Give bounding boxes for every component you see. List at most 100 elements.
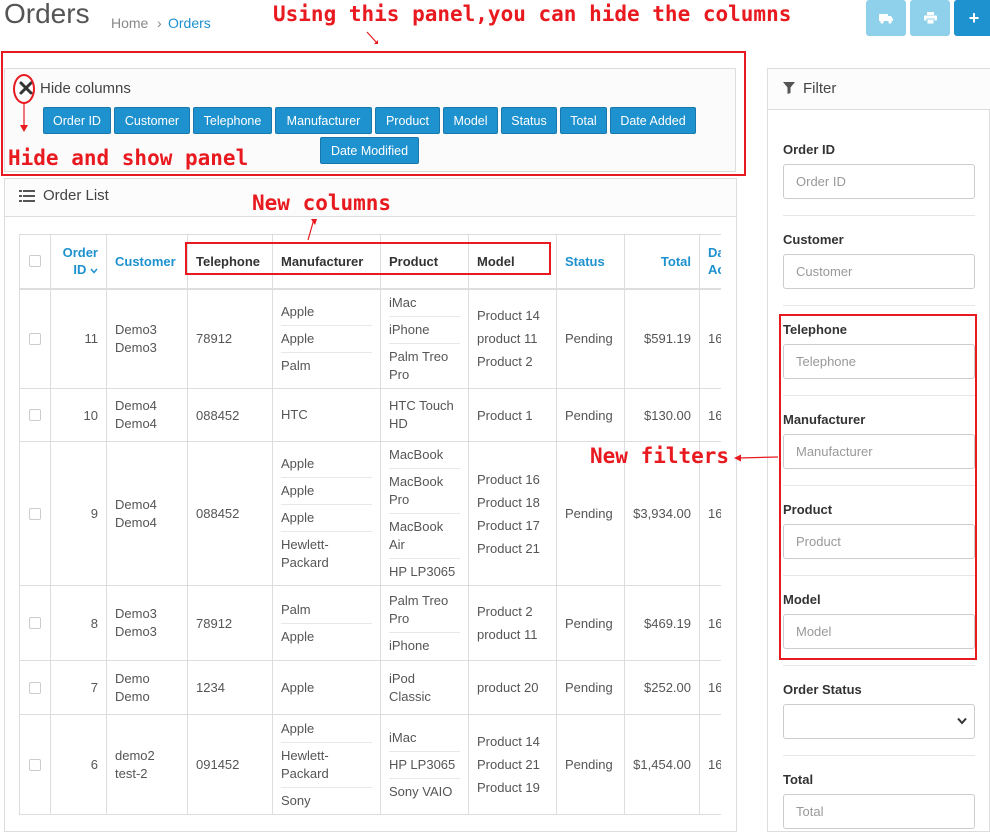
customer-line: Demo bbox=[115, 688, 150, 704]
telephone-cell: 088452 bbox=[187, 441, 273, 586]
model-item: Product 2 bbox=[477, 604, 533, 619]
page-title: Orders bbox=[4, 0, 90, 29]
annotation-arrow-columns bbox=[307, 219, 317, 241]
status-cell: Pending bbox=[556, 585, 625, 661]
manufacturer-cell: Apple Apple Apple Hewlett-Packard bbox=[272, 441, 381, 586]
row-checkbox[interactable] bbox=[29, 507, 41, 520]
orders-table: Order ID Customer Telephone Manufacturer… bbox=[19, 234, 721, 815]
customer-line: Demo3 bbox=[115, 606, 157, 621]
model-item: Product 19 bbox=[477, 780, 540, 795]
model-item: Product 18 bbox=[477, 494, 540, 510]
filter-divider bbox=[783, 215, 975, 216]
filter-customer-label: Customer bbox=[783, 232, 844, 247]
row-checkbox[interactable] bbox=[29, 617, 41, 629]
product-cell: Palm Treo Pro iPhone bbox=[380, 585, 469, 661]
filter-order-id-input[interactable]: Order ID bbox=[783, 164, 975, 199]
model-item: product 20 bbox=[477, 680, 539, 695]
product-item: Sony VAIO bbox=[389, 783, 453, 799]
customer-line: test-2 bbox=[115, 765, 148, 781]
manufacturer-cell: HTC bbox=[272, 388, 381, 442]
order-id-cell: 6 bbox=[50, 714, 107, 815]
model-item: Product 16 bbox=[477, 471, 540, 487]
annotation-arrow-filters bbox=[734, 454, 778, 462]
select-all-checkbox[interactable] bbox=[29, 255, 41, 268]
model-cell: product 20 bbox=[468, 660, 557, 715]
total-cell: $469.19 bbox=[624, 585, 700, 661]
manufacturer-item: Palm bbox=[281, 597, 372, 624]
order-id-cell: 8 bbox=[50, 585, 107, 661]
customer-line: Demo3 bbox=[115, 339, 157, 355]
product-cell: MacBook MacBook Pro MacBook Air HP LP3065 bbox=[380, 441, 469, 586]
row-checkbox[interactable] bbox=[29, 681, 41, 694]
filter-total-label: Total bbox=[783, 772, 814, 787]
select-all-cell bbox=[19, 234, 51, 290]
filter-customer-input[interactable]: Customer bbox=[783, 254, 975, 289]
model-cell: Product 14 product 11 Product 2 bbox=[468, 288, 557, 389]
select-cell bbox=[19, 660, 51, 715]
chevron-down-icon bbox=[957, 717, 967, 725]
model-item: Product 21 bbox=[477, 540, 540, 556]
date-added-cell: 16 bbox=[699, 714, 721, 815]
table-row: 11 Demo3 Demo3 78912 Apple Apple Palm iMac iPhon… bbox=[19, 288, 721, 389]
add-order-button[interactable]: + bbox=[954, 0, 990, 36]
manufacturer-item: Apple bbox=[281, 716, 372, 743]
model-cell: Product 14 Product 21 Product 19 bbox=[468, 714, 557, 815]
breadcrumb-orders[interactable]: Orders bbox=[168, 15, 211, 31]
status-cell: Pending bbox=[556, 388, 625, 442]
header-order-id[interactable]: Order ID bbox=[50, 234, 107, 290]
ship-button[interactable] bbox=[866, 0, 906, 36]
manufacturer-item: Hewlett-Packard bbox=[281, 743, 372, 788]
select-cell bbox=[19, 388, 51, 442]
customer-line: Demo3 bbox=[115, 321, 157, 337]
date-added-cell: 16 bbox=[699, 660, 721, 715]
filter-icon bbox=[783, 82, 795, 94]
select-cell bbox=[19, 714, 51, 815]
manufacturer-item: Hewlett-Packard bbox=[281, 537, 329, 570]
model-cell: Product 16 Product 18 Product 17 Product 21 bbox=[468, 441, 557, 586]
filter-total-input[interactable]: Total bbox=[783, 794, 975, 829]
telephone-cell: 78912 bbox=[187, 585, 273, 661]
filter-order-status-label: Order Status bbox=[783, 682, 862, 697]
product-cell: iMac iPhone Palm Treo Pro bbox=[380, 288, 469, 389]
order-id-cell: 10 bbox=[50, 388, 107, 442]
row-checkbox[interactable] bbox=[29, 758, 41, 771]
select-cell bbox=[19, 441, 51, 586]
customer-cell: Demo3 Demo3 bbox=[106, 288, 188, 389]
header-date-added[interactable]: Da Ac bbox=[699, 234, 721, 290]
header-total[interactable]: Total bbox=[624, 234, 700, 290]
filter-order-status-select[interactable] bbox=[783, 704, 975, 739]
manufacturer-cell: Apple bbox=[272, 660, 381, 715]
customer-line: Demo4 bbox=[115, 514, 157, 530]
row-checkbox[interactable] bbox=[29, 409, 41, 421]
filter-title: Filter bbox=[803, 80, 837, 97]
breadcrumb-home[interactable]: Home bbox=[111, 15, 148, 31]
customer-cell: demo2 test-2 bbox=[106, 714, 188, 815]
product-item: HTC Touch HD bbox=[389, 398, 454, 431]
product-item: HP LP3065 bbox=[389, 564, 456, 579]
row-checkbox[interactable] bbox=[29, 332, 41, 345]
header-customer[interactable]: Customer bbox=[106, 234, 188, 290]
model-item: product 11 bbox=[477, 331, 538, 347]
filter-order-id-label: Order ID bbox=[783, 142, 836, 157]
table-row: 10 Demo4 Demo4 088452 HTC HTC Touch HD Product… bbox=[19, 388, 721, 442]
order-id-cell: 7 bbox=[50, 660, 107, 715]
product-item: iMac bbox=[389, 290, 460, 317]
telephone-cell: 091452 bbox=[187, 714, 273, 815]
date-added-cell: 16 bbox=[699, 585, 721, 661]
filter-heading bbox=[768, 69, 990, 110]
product-cell: iPod Classic bbox=[380, 660, 469, 715]
manufacturer-item: Apple bbox=[281, 505, 372, 532]
product-item: Palm Treo Pro bbox=[389, 588, 460, 633]
product-item: MacBook Pro bbox=[389, 469, 460, 514]
total-cell: $1,454.00 bbox=[624, 714, 700, 815]
order-id-cell: 9 bbox=[50, 441, 107, 586]
print-icon bbox=[923, 12, 937, 24]
annotation-hide-panel: Hide and show panel bbox=[8, 146, 249, 170]
manufacturer-item: Sony bbox=[281, 792, 311, 808]
customer-line: Demo3 bbox=[115, 624, 157, 639]
annotation-box-filters bbox=[779, 314, 977, 660]
print-button[interactable] bbox=[910, 0, 950, 36]
header-status[interactable]: Status bbox=[556, 234, 625, 290]
model-item: Product 14 bbox=[477, 308, 540, 324]
telephone-cell: 1234 bbox=[187, 660, 273, 715]
